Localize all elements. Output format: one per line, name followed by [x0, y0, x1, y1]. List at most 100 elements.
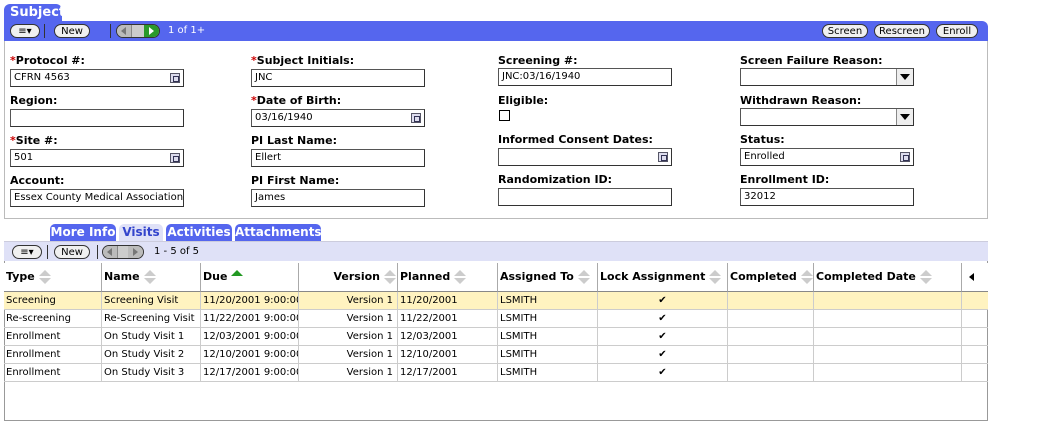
sort-icon[interactable] — [919, 270, 932, 284]
sort-icon[interactable] — [577, 270, 590, 284]
sort-icon[interactable] — [453, 270, 467, 284]
enroll-button[interactable]: Enroll — [936, 24, 978, 38]
screening-field[interactable]: JNC:03/16/1940 — [498, 68, 672, 86]
site-label: *Site #: — [10, 134, 58, 147]
cell-name: On Study Visit 3 — [102, 364, 201, 382]
subject-tab[interactable]: Subject — [4, 4, 65, 22]
column-header-due[interactable]: Due — [201, 263, 299, 292]
screen-button[interactable]: Screen — [822, 24, 868, 38]
cell-lock: ✔ — [598, 364, 728, 382]
cell-completed — [728, 328, 814, 346]
visits-toolbar: ≡▾ New 1 - 5 of 5 — [4, 241, 988, 261]
cell-version: Version 1 — [299, 310, 398, 328]
chevron-right-icon — [149, 27, 154, 35]
lookup-icon[interactable] — [658, 152, 668, 162]
lookup-icon[interactable] — [170, 73, 180, 83]
pi-last-name-field[interactable]: Ellert — [251, 149, 425, 167]
chevron-down-icon — [896, 69, 913, 85]
scroll-columns-button[interactable] — [962, 263, 988, 292]
cell-planned: 12/10/2001 — [398, 346, 498, 364]
cell-lock: ✔ — [598, 328, 728, 346]
status-label: Status: — [740, 133, 785, 146]
cell-planned: 11/20/2001 — [398, 292, 498, 310]
sort-icon[interactable] — [800, 270, 813, 284]
cell-assigned: LSMITH — [498, 346, 598, 364]
column-header-type[interactable]: Type — [4, 263, 102, 292]
column-header-name[interactable]: Name — [102, 263, 201, 292]
rescreen-button[interactable]: Rescreen — [874, 24, 930, 38]
table-row[interactable]: Enrollment On Study Visit 3 12/17/2001 9:0… — [4, 364, 988, 382]
visits-previous-button[interactable] — [103, 246, 118, 258]
chevron-left-icon — [107, 248, 112, 256]
pi-first-name-label: PI First Name: — [251, 174, 340, 187]
visits-next-button[interactable] — [128, 246, 143, 258]
toolbar-divider — [44, 24, 45, 38]
sort-icon[interactable] — [143, 270, 156, 284]
cell-lock: ✔ — [598, 310, 728, 328]
tab-more-info[interactable]: More Info — [50, 224, 116, 241]
subject-toolbar: ≡▾ New 1 of 1+ Screen Rescreen Enroll — [4, 21, 988, 41]
column-header-completed[interactable]: Completed — [728, 263, 814, 292]
cell-name: On Study Visit 1 — [102, 328, 201, 346]
lookup-icon[interactable] — [170, 153, 180, 163]
dob-field[interactable]: 03/16/1940 — [251, 109, 425, 127]
sort-icon[interactable] — [38, 270, 51, 284]
chevron-right-icon — [133, 248, 138, 256]
subject-initials-field[interactable]: JNC — [251, 69, 425, 87]
lookup-icon[interactable] — [900, 152, 910, 162]
column-header-planned[interactable]: Planned — [398, 263, 498, 292]
table-row[interactable]: Enrollment On Study Visit 1 12/03/2001 9:0… — [4, 328, 988, 346]
column-header-assigned-to[interactable]: Assigned To — [498, 263, 598, 292]
account-field[interactable]: Essex County Medical Association — [10, 189, 184, 207]
sort-icon[interactable] — [708, 270, 722, 284]
new-button[interactable]: New — [54, 24, 90, 38]
consent-dates-field[interactable] — [498, 148, 672, 166]
tab-visits[interactable]: Visits — [119, 224, 163, 242]
status-field[interactable]: Enrolled — [740, 148, 914, 166]
tab-activities[interactable]: Activities — [166, 224, 232, 241]
visits-navigator — [102, 245, 144, 259]
menu-button[interactable]: ≡▾ — [10, 24, 40, 38]
cell-planned: 12/17/2001 — [398, 364, 498, 382]
tab-attachments[interactable]: Attachments — [235, 224, 322, 241]
pi-first-name-field[interactable]: James — [251, 189, 425, 207]
record-counter: 1 of 1+ — [168, 25, 206, 36]
randomization-field[interactable] — [498, 188, 672, 206]
column-header-lock-assignment[interactable]: Lock Assignment — [598, 263, 728, 292]
protocol-field[interactable]: CFRN 4563 — [10, 69, 184, 87]
eligible-checkbox[interactable] — [499, 110, 510, 121]
column-header-version[interactable]: Version — [299, 263, 398, 292]
withdrawn-select[interactable] — [740, 108, 914, 126]
sort-icon[interactable] — [383, 270, 396, 284]
cell-assigned: LSMITH — [498, 292, 598, 310]
dob-label: *Date of Birth: — [251, 94, 342, 107]
previous-record-button[interactable] — [117, 25, 132, 37]
table-row[interactable]: Enrollment On Study Visit 2 12/10/2001 9:0… — [4, 346, 988, 364]
next-record-button[interactable] — [144, 25, 159, 37]
cell-assigned: LSMITH — [498, 364, 598, 382]
cell-lock: ✔ — [598, 292, 728, 310]
record-navigator — [116, 24, 160, 38]
region-label: Region: — [10, 94, 58, 107]
chevron-down-icon — [896, 109, 913, 125]
region-field[interactable] — [10, 109, 184, 127]
visits-menu-button[interactable]: ≡▾ — [12, 245, 42, 259]
calendar-icon[interactable] — [411, 113, 421, 123]
cell-assigned: LSMITH — [498, 310, 598, 328]
table-row[interactable]: Re-screening Re-Screening Visit 11/22/2001… — [4, 310, 988, 328]
enrollment-id-field[interactable]: 32012 — [740, 188, 914, 206]
cell-completed-date — [814, 292, 962, 310]
visits-new-button[interactable]: New — [54, 245, 90, 259]
cell-completed — [728, 310, 814, 328]
cell-due: 12/10/2001 9:00:00 — [201, 346, 299, 364]
cell-completed — [728, 292, 814, 310]
cell-type: Re-screening — [4, 310, 102, 328]
sort-ascending-icon[interactable] — [230, 270, 244, 284]
cell-due: 12/03/2001 9:00:00 — [201, 328, 299, 346]
cell-type: Enrollment — [4, 328, 102, 346]
cell-version: Version 1 — [299, 328, 398, 346]
screen-failure-select[interactable] — [740, 68, 914, 86]
table-row[interactable]: Screening Screening Visit 11/20/2001 9:00:… — [4, 292, 988, 310]
column-header-completed-date[interactable]: Completed Date — [814, 263, 962, 292]
site-field[interactable]: 501 — [10, 149, 184, 167]
